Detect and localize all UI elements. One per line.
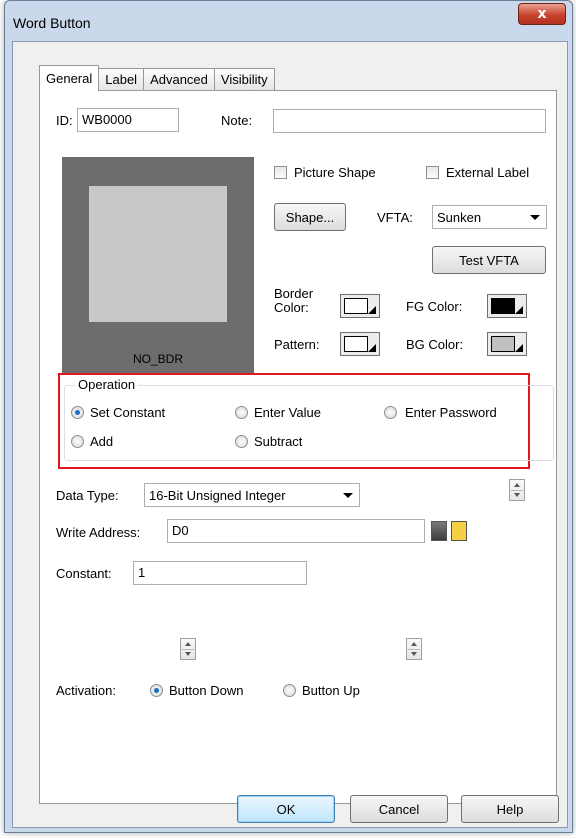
window-title: Word Button (13, 15, 91, 31)
subtract-label: Subtract (254, 434, 303, 449)
activation-label: Activation: (56, 683, 116, 698)
button-preview: NO_BDR (62, 157, 254, 373)
set-constant-label: Set Constant (90, 405, 166, 420)
close-button[interactable]: x (518, 3, 566, 25)
spin-up-icon (411, 642, 417, 646)
enter-password-radio[interactable] (384, 406, 397, 419)
vfta-value: Sunken (437, 209, 482, 225)
operation-group: Operation Set Constant Enter Value Enter… (64, 377, 554, 461)
id-label: ID: (56, 113, 73, 128)
enter-value-label: Enter Value (254, 405, 321, 420)
preview-button-face (89, 186, 227, 322)
vfta-label: VFTA: (377, 210, 413, 225)
spin-up-icon (514, 483, 520, 487)
vfta-select[interactable]: Sunken (432, 205, 547, 229)
tab-visibility[interactable]: Visibility (213, 68, 275, 90)
tag-icon[interactable] (451, 521, 467, 541)
spin-divider (408, 649, 420, 650)
right-spinner[interactable] (406, 638, 422, 660)
bg-color-swatch (491, 336, 515, 352)
set-constant-radio[interactable] (71, 406, 84, 419)
external-label-label: External Label (446, 165, 530, 180)
subtract-radio[interactable] (235, 435, 248, 448)
write-address-field[interactable]: D0 (167, 519, 425, 543)
dropdown-triangle-icon (515, 306, 523, 314)
data-type-value: 16-Bit Unsigned Integer (149, 487, 286, 503)
tab-general[interactable]: General (39, 65, 100, 91)
test-vfta-button[interactable]: Test VFTA (432, 246, 546, 274)
spin-divider (182, 649, 194, 650)
add-label: Add (90, 434, 114, 449)
pattern-swatch (344, 336, 368, 352)
button-down-radio[interactable] (150, 684, 163, 697)
enter-value-radio[interactable] (235, 406, 248, 419)
dropdown-triangle-icon (368, 344, 376, 352)
picture-shape-checkbox[interactable] (274, 166, 287, 179)
dropdown-triangle-icon (368, 306, 376, 314)
cancel-button[interactable]: Cancel (350, 795, 448, 823)
tab-advanced[interactable]: Advanced (143, 68, 215, 90)
spin-down-icon (185, 652, 191, 656)
preview-label: NO_BDR (132, 352, 183, 366)
note-label: Note: (221, 113, 253, 128)
word-button-dialog: Word Button x General Label Advanced Vis… (4, 0, 573, 833)
spin-down-icon (514, 493, 520, 497)
bg-color-label: BG Color: (406, 337, 464, 352)
enter-password-label: Enter Password (405, 405, 497, 420)
add-radio[interactable] (71, 435, 84, 448)
data-type-select[interactable]: 16-Bit Unsigned Integer (144, 483, 360, 507)
picture-shape-label: Picture Shape (294, 165, 376, 180)
constant-field[interactable]: 1 (133, 561, 307, 585)
tab-strip: General Label Advanced Visibility (39, 64, 275, 91)
id-field[interactable]: WB0000 (77, 108, 179, 132)
operation-group-title: Operation (75, 377, 139, 392)
left-spinner[interactable] (180, 638, 196, 660)
fg-color-picker[interactable] (487, 294, 527, 318)
spin-up-icon (185, 642, 191, 646)
tab-label[interactable]: Label (98, 68, 145, 90)
calculator-icon[interactable] (431, 521, 447, 541)
fg-color-label: FG Color: (406, 299, 463, 314)
button-up-label: Button Up (302, 683, 360, 698)
border-color-picker[interactable] (340, 294, 380, 318)
data-type-spinner[interactable] (509, 479, 525, 501)
dialog-client-area: General Label Advanced Visibility ID: WB… (12, 41, 568, 828)
title-bar[interactable]: Word Button x (5, 1, 572, 41)
external-label-checkbox[interactable] (426, 166, 439, 179)
shape-button[interactable]: Shape... (274, 203, 346, 231)
spin-divider (511, 490, 523, 491)
border-color-label: Border Color: (274, 286, 314, 315)
chevron-down-icon (530, 215, 540, 220)
spin-down-icon (411, 652, 417, 656)
note-field[interactable] (273, 109, 546, 133)
pattern-label: Pattern: (274, 337, 320, 352)
button-down-label: Button Down (169, 683, 244, 698)
constant-label: Constant: (56, 566, 112, 581)
pattern-picker[interactable] (340, 332, 380, 356)
dropdown-triangle-icon (515, 344, 523, 352)
write-address-label: Write Address: (56, 525, 141, 540)
ok-button[interactable]: OK (237, 795, 335, 823)
data-type-label: Data Type: (56, 488, 119, 503)
general-tab-panel: ID: WB0000 Note: NO_BDR Picture Shape Ex… (39, 90, 557, 804)
fg-color-swatch (491, 298, 515, 314)
help-button[interactable]: Help (461, 795, 559, 823)
button-up-radio[interactable] (283, 684, 296, 697)
close-icon: x (537, 6, 547, 22)
chevron-down-icon (343, 493, 353, 498)
border-color-swatch (344, 298, 368, 314)
bg-color-picker[interactable] (487, 332, 527, 356)
